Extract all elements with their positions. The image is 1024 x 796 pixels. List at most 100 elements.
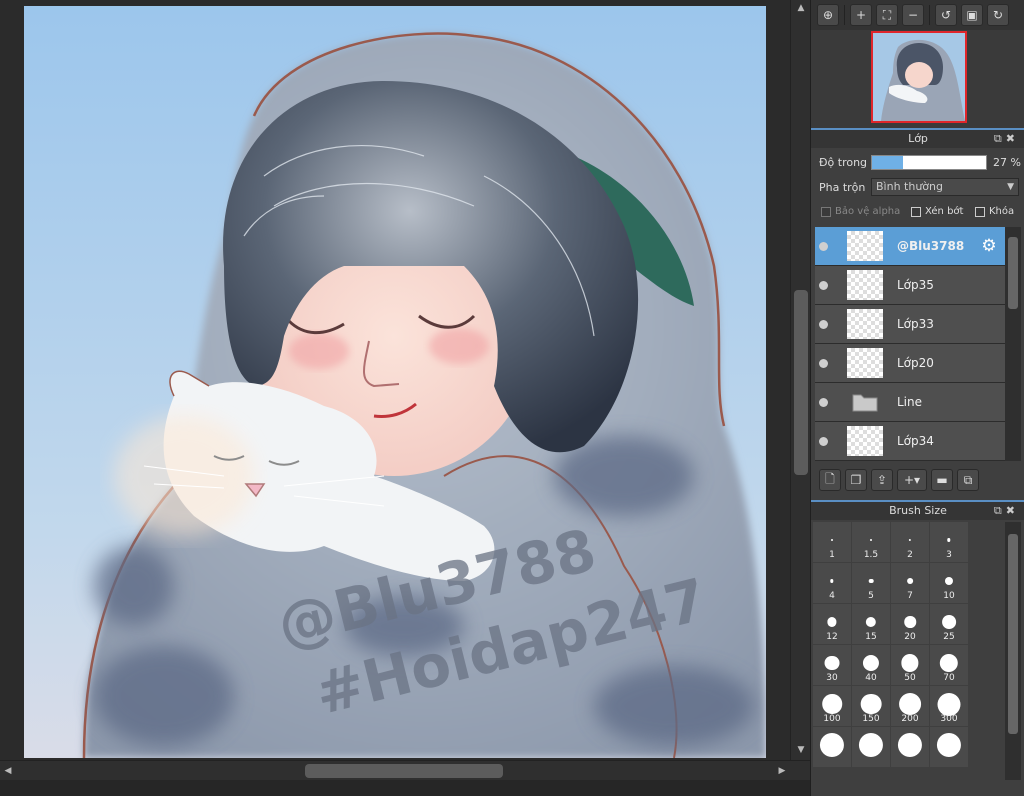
brush-size-option[interactable]: 10 [930, 563, 968, 603]
canvas-vertical-scrollbar[interactable]: ▲ ▼ [790, 0, 810, 776]
add-layer-menu-icon[interactable]: +▾ [897, 469, 927, 491]
layer-row[interactable]: Lớp33 [815, 305, 1005, 344]
brush-size-option[interactable]: 7 [891, 563, 929, 603]
blend-mode-select[interactable]: Bình thường ▼ [871, 178, 1019, 196]
layer-list-scrollbar[interactable] [1005, 227, 1021, 461]
brush-size-label: 1.5 [863, 550, 879, 560]
layer-list-scroll-thumb[interactable] [1008, 237, 1018, 309]
brush-size-option[interactable]: 25 [930, 604, 968, 644]
rotate-left-icon[interactable]: ↺ [935, 4, 957, 26]
new-layer-icon[interactable]: 🗋 [819, 469, 841, 491]
toolbar-separator [844, 5, 845, 25]
layer-list[interactable]: @Blu3788 ⚙ Lớp35 Lớp33 Lớp20 Line Lớp34 [815, 227, 1005, 461]
artwork-canvas[interactable]: @Blu3788 #Hoidap247 [24, 6, 766, 758]
reset-view-icon[interactable]: ▣ [961, 4, 983, 26]
fit-window-icon[interactable]: ⛶ [876, 4, 898, 26]
brush-size-scrollbar[interactable] [1005, 522, 1021, 780]
opacity-value: 27 % [993, 156, 1021, 169]
lock-checkbox[interactable]: Khóa [975, 206, 1014, 217]
canvas-horizontal-scroll-thumb[interactable] [305, 764, 503, 778]
brush-size-option[interactable]: 50 [891, 645, 929, 685]
layer-row[interactable]: Lớp34 [815, 422, 1005, 461]
brush-size-label: 70 [943, 673, 955, 683]
opacity-row: Độ trong 27 % [811, 152, 1024, 174]
rotate-right-icon[interactable]: ↻ [987, 4, 1009, 26]
eye-icon[interactable] [819, 281, 828, 290]
brush-dot-icon [904, 616, 916, 628]
brush-size-option[interactable]: 70 [930, 645, 968, 685]
brush-size-label: 3 [946, 550, 952, 560]
zoom-fit-icon[interactable]: ⊕ [817, 4, 839, 26]
zoom-in-icon[interactable]: + [850, 4, 872, 26]
brush-size-option[interactable]: 100 [813, 686, 851, 726]
navigator-thumbnail[interactable] [871, 31, 967, 123]
brush-size-option[interactable]: 1.5 [852, 522, 890, 562]
detach-panel-icon[interactable]: ⧉ [994, 504, 1006, 517]
brush-size-label: 30 [826, 673, 838, 683]
zoom-out-icon[interactable]: − [902, 4, 924, 26]
blend-mode-value: Bình thường [876, 180, 943, 193]
navigator-panel[interactable] [811, 30, 1024, 128]
opacity-slider[interactable] [871, 155, 987, 170]
brush-size-scroll-thumb[interactable] [1008, 534, 1018, 734]
layer-name: Lớp34 [897, 434, 934, 448]
brush-dot-icon [862, 654, 880, 672]
brush-size-option[interactable]: 3 [930, 522, 968, 562]
brush-size-option[interactable]: 300 [930, 686, 968, 726]
layer-name: Lớp20 [897, 356, 934, 370]
layer-options-row: Bảo vệ alpha Xén bớt Khóa [811, 204, 1024, 222]
brush-size-grid: 1 1.5 2 3 4 5 7 10 12 15 20 25 30 40 50 70 100 150 200 300 [813, 522, 1005, 780]
brush-dot-icon [819, 732, 845, 758]
brush-size-option[interactable]: 4 [813, 563, 851, 603]
canvas-area[interactable]: @Blu3788 #Hoidap247 [0, 0, 790, 760]
canvas-vertical-scroll-thumb[interactable] [794, 290, 808, 475]
layer-panel-header: Lớp ⧉✖ [811, 128, 1024, 148]
checkbox-box [911, 206, 921, 217]
brush-size-panel-title: Brush Size [889, 504, 947, 517]
detach-panel-icon[interactable]: ⧉ [994, 132, 1006, 145]
duplicate-layer-icon[interactable]: ❐ [845, 469, 867, 491]
scroll-up-icon[interactable]: ▲ [795, 2, 807, 14]
eye-icon[interactable] [819, 359, 828, 368]
brush-dot-icon [947, 538, 951, 542]
layer-folder-row[interactable]: Line [815, 383, 1005, 422]
eye-icon[interactable] [819, 437, 828, 446]
brush-dot-icon [907, 578, 913, 584]
brush-size-option[interactable]: 15 [852, 604, 890, 644]
brush-size-option[interactable]: 2 [891, 522, 929, 562]
layer-row[interactable]: Lớp35 [815, 266, 1005, 305]
gear-icon[interactable]: ⚙ [979, 236, 999, 256]
brush-size-option[interactable]: 150 [852, 686, 890, 726]
brush-size-option[interactable]: 5 [852, 563, 890, 603]
canvas-horizontal-scrollbar[interactable]: ◀ ▶ [0, 760, 810, 780]
clipping-checkbox[interactable]: Xén bớt [911, 206, 963, 217]
close-panel-icon[interactable]: ✖ [1006, 132, 1019, 145]
brush-size-option[interactable]: 20 [891, 604, 929, 644]
new-folder-icon[interactable]: ▬ [931, 469, 953, 491]
eye-icon[interactable] [819, 320, 828, 329]
artwork-illustration: @Blu3788 #Hoidap247 [24, 6, 766, 758]
brush-size-option[interactable] [852, 727, 890, 767]
scroll-down-icon[interactable]: ▼ [795, 744, 807, 756]
brush-size-option[interactable] [891, 727, 929, 767]
layer-row[interactable]: Lớp20 [815, 344, 1005, 383]
scroll-right-icon[interactable]: ▶ [776, 765, 788, 777]
import-layer-icon[interactable]: ⇪ [871, 469, 893, 491]
protect-alpha-checkbox[interactable]: Bảo vệ alpha [821, 206, 900, 217]
eye-icon[interactable] [819, 398, 828, 407]
brush-size-option[interactable]: 1 [813, 522, 851, 562]
brush-size-option[interactable] [813, 727, 851, 767]
brush-size-option[interactable] [930, 727, 968, 767]
brush-dot-icon [870, 539, 872, 541]
brush-size-option[interactable]: 12 [813, 604, 851, 644]
layer-row[interactable]: @Blu3788 ⚙ [815, 227, 1005, 266]
brush-size-option[interactable]: 30 [813, 645, 851, 685]
merge-layer-icon[interactable]: ⧉ [957, 469, 979, 491]
brush-dot-icon [860, 693, 882, 715]
close-panel-icon[interactable]: ✖ [1006, 504, 1019, 517]
brush-size-option[interactable]: 200 [891, 686, 929, 726]
eye-icon[interactable] [819, 242, 828, 251]
brush-size-option[interactable]: 40 [852, 645, 890, 685]
opacity-slider-fill [872, 156, 903, 169]
scroll-left-icon[interactable]: ◀ [2, 765, 14, 777]
